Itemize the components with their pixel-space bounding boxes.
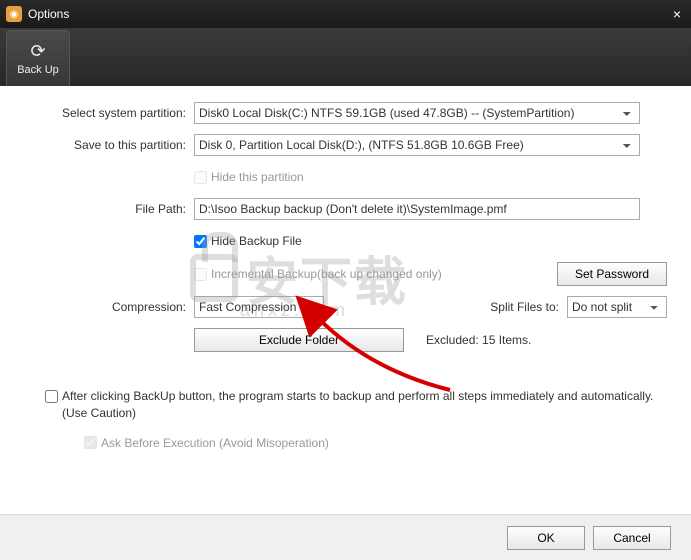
app-icon: ◉ xyxy=(6,6,22,22)
file-path-input[interactable] xyxy=(194,198,640,220)
window-title: Options xyxy=(28,7,657,21)
incremental-checkbox: Incremental Backup(back up changed only) xyxy=(194,267,442,281)
label-save-partition: Save to this partition: xyxy=(24,138,194,152)
ok-button[interactable]: OK xyxy=(507,526,585,550)
set-password-button[interactable]: Set Password xyxy=(557,262,667,286)
titlebar: ◉ Options × xyxy=(0,0,691,28)
auto-backup-label: After clicking BackUp button, the progra… xyxy=(58,388,667,422)
excluded-count: Excluded: 15 Items. xyxy=(426,333,531,347)
cancel-button[interactable]: Cancel xyxy=(593,526,671,550)
tab-label: Back Up xyxy=(17,64,59,76)
exclude-folder-button[interactable]: Exclude Folder xyxy=(194,328,404,352)
label-file-path: File Path: xyxy=(24,202,194,216)
hide-partition-checkbox: Hide this partition xyxy=(194,170,304,184)
backup-icon: ⟳ xyxy=(30,41,45,62)
system-partition-select[interactable]: Disk0 Local Disk(C:) NTFS 59.1GB (used 4… xyxy=(194,102,640,124)
ribbon: ⟳ Back Up xyxy=(0,28,691,86)
ask-before-checkbox: Ask Before Execution (Avoid Misoperation… xyxy=(84,436,329,450)
save-partition-select[interactable]: Disk 0, Partition Local Disk(D:), (NTFS … xyxy=(194,134,640,156)
label-system-partition: Select system partition: xyxy=(24,106,194,120)
split-files-select[interactable]: Do not split xyxy=(567,296,667,318)
label-split-files: Split Files to: xyxy=(490,300,559,314)
tab-backup[interactable]: ⟳ Back Up xyxy=(6,30,70,86)
footer: OK Cancel xyxy=(0,514,691,560)
auto-backup-checkbox[interactable] xyxy=(45,390,58,403)
label-compression: Compression: xyxy=(24,300,194,314)
compression-select[interactable]: Fast Compression xyxy=(194,296,324,318)
content-panel: Select system partition: Disk0 Local Dis… xyxy=(0,86,691,514)
close-icon[interactable]: × xyxy=(657,6,685,22)
hide-backup-file-checkbox[interactable]: Hide Backup File xyxy=(194,234,302,248)
